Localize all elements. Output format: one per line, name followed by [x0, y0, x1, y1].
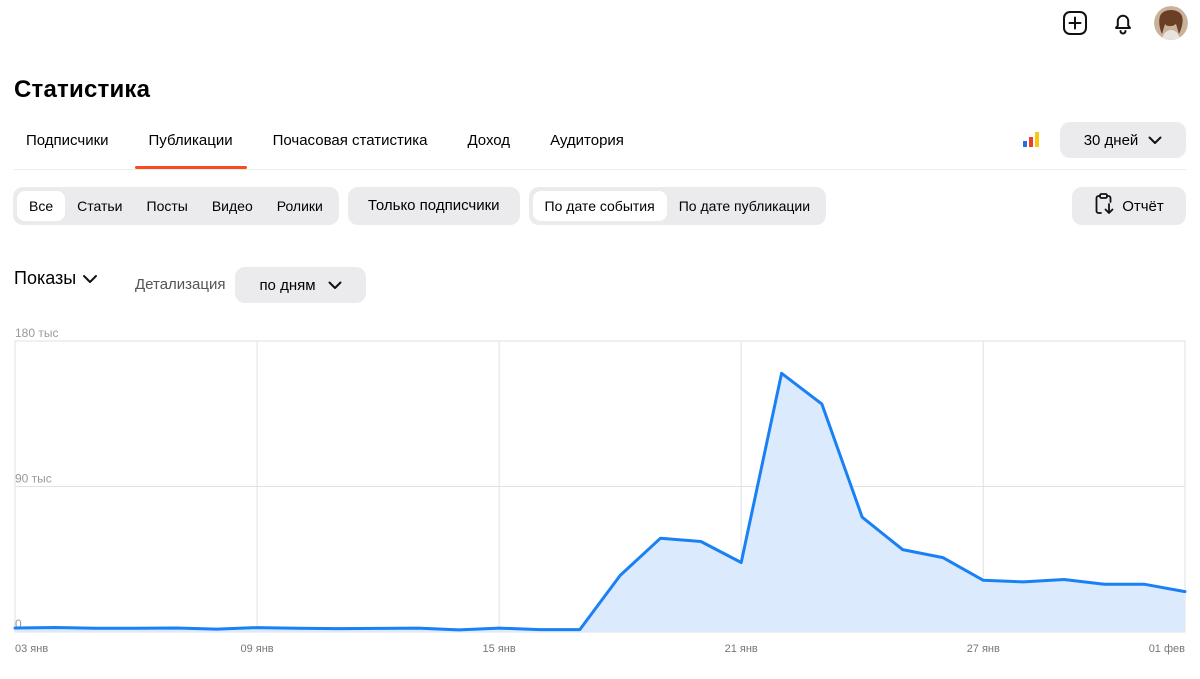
x-tick-label: 09 янв: [240, 643, 273, 655]
subscribers-only-toggle[interactable]: Только подписчики: [347, 187, 520, 225]
filter-all[interactable]: Все: [17, 191, 66, 221]
y-tick-label: 180 тыс: [15, 326, 58, 340]
report-button[interactable]: Отчёт: [1072, 187, 1186, 225]
impressions-chart: 180 тыс90 тыс003 янв 09 янв 15 янв 21 янв 27…: [13, 326, 1187, 655]
series-area: [15, 373, 1185, 632]
tab-income[interactable]: Доход: [455, 126, 524, 170]
metric-label: Показы: [14, 268, 77, 288]
detail-select[interactable]: по дням: [235, 267, 366, 303]
y-tick-label: 90 тыс: [15, 472, 52, 486]
detail-label: Детализация: [135, 276, 226, 293]
report-label: Отчёт: [1122, 197, 1164, 215]
tab-hourly-stats[interactable]: Почасовая статистика: [261, 126, 442, 170]
filter-by-event-date[interactable]: По дате события: [532, 191, 667, 221]
period-label: 30 дней: [1083, 131, 1139, 149]
chevron-down-icon: [1148, 132, 1162, 149]
avatar[interactable]: [1154, 6, 1188, 40]
detail-value: по дням: [259, 276, 316, 294]
period-select[interactable]: 30 дней: [1060, 122, 1186, 158]
date-mode-filter: По дате события По дате публикации: [528, 187, 827, 225]
bell-icon[interactable]: [1106, 6, 1140, 40]
x-tick-label: 03 янв: [15, 643, 48, 655]
filter-by-publication-date[interactable]: По дате публикации: [667, 191, 822, 221]
stats-tabs: Подписчики Публикации Почасовая статисти…: [14, 126, 652, 170]
chevron-down-icon: [82, 268, 98, 289]
filter-articles[interactable]: Статьи: [65, 191, 134, 221]
top-bar: [1058, 6, 1188, 40]
filter-video[interactable]: Видео: [200, 191, 265, 221]
metric-select[interactable]: Показы: [14, 268, 98, 289]
tab-subscribers[interactable]: Подписчики: [14, 126, 123, 170]
filter-shorts[interactable]: Ролики: [265, 191, 335, 221]
filter-posts[interactable]: Посты: [135, 191, 200, 221]
bar-chart-icon[interactable]: [1022, 131, 1040, 149]
tabs-divider: [14, 169, 1186, 170]
x-tick-label: 27 янв: [967, 643, 1000, 655]
x-tick-label: 21 янв: [725, 643, 758, 655]
chevron-down-icon: [328, 277, 342, 294]
x-tick-label: 01 фев: [1149, 643, 1185, 655]
tab-publications[interactable]: Публикации: [134, 126, 247, 170]
report-icon: [1094, 192, 1116, 220]
x-tick-label: 15 янв: [483, 643, 516, 655]
plus-square-icon[interactable]: [1058, 6, 1092, 40]
filters-row: Все Статьи Посты Видео Ролики Только под…: [13, 187, 827, 225]
tab-audience[interactable]: Аудитория: [538, 126, 638, 170]
content-type-filter: Все Статьи Посты Видео Ролики: [13, 187, 339, 225]
page-title: Статистика: [14, 76, 151, 103]
